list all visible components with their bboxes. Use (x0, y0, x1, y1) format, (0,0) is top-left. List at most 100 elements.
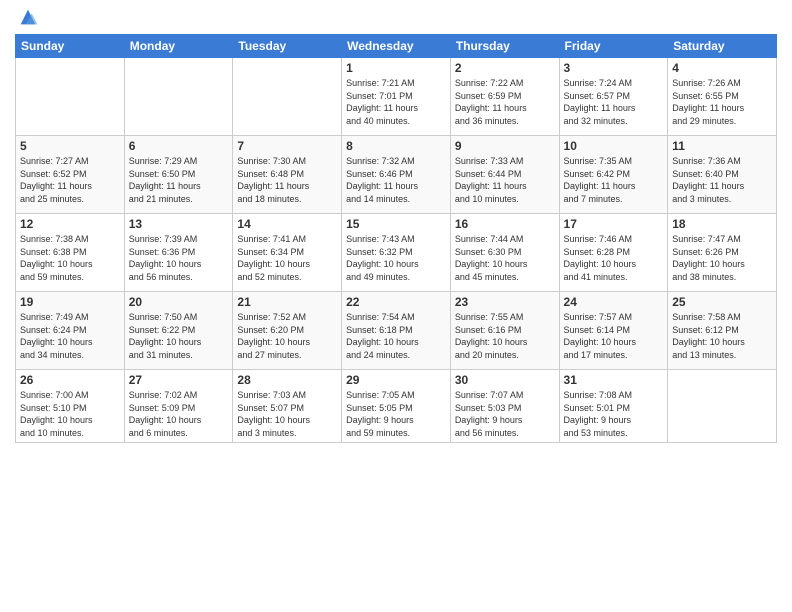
day-number: 20 (129, 295, 229, 309)
week-row-4: 19Sunrise: 7:49 AM Sunset: 6:24 PM Dayli… (16, 292, 777, 370)
logo (15, 14, 39, 28)
day-number: 24 (564, 295, 664, 309)
day-number: 11 (672, 139, 772, 153)
day-info: Sunrise: 7:07 AM Sunset: 5:03 PM Dayligh… (455, 389, 555, 439)
calendar-cell: 28Sunrise: 7:03 AM Sunset: 5:07 PM Dayli… (233, 370, 342, 443)
day-number: 7 (237, 139, 337, 153)
day-info: Sunrise: 7:02 AM Sunset: 5:09 PM Dayligh… (129, 389, 229, 439)
calendar-table: SundayMondayTuesdayWednesdayThursdayFrid… (15, 34, 777, 443)
weekday-header-row: SundayMondayTuesdayWednesdayThursdayFrid… (16, 35, 777, 58)
calendar-cell (124, 58, 233, 136)
day-number: 1 (346, 61, 446, 75)
weekday-header-wednesday: Wednesday (342, 35, 451, 58)
day-number: 23 (455, 295, 555, 309)
day-number: 26 (20, 373, 120, 387)
day-number: 29 (346, 373, 446, 387)
calendar-cell: 16 Sunrise: 7:44 AM Sunset: 6:30 PM Dayli… (450, 214, 559, 292)
calendar-cell: 4 Sunrise: 7:26 AM Sunset: 6:55 PM Daylig… (668, 58, 777, 136)
day-info: Sunrise: 7:52 AM Sunset: 6:20 PM Dayligh… (237, 311, 337, 361)
calendar-cell: 30 Sunrise: 7:07 AM Sunset: 5:03 PM Dayli… (450, 370, 559, 443)
calendar-cell: 7 Sunrise: 7:30 AM Sunset: 6:48 PM Daylig… (233, 136, 342, 214)
calendar-cell: 21 Sunrise: 7:52 AM Sunset: 6:20 PM Dayli… (233, 292, 342, 370)
day-number: 22 (346, 295, 446, 309)
calendar-cell: 19Sunrise: 7:49 AM Sunset: 6:24 PM Dayli… (16, 292, 125, 370)
day-info: Sunrise: 7:27 AM Sunset: 6:52 PM Dayligh… (20, 155, 120, 205)
day-info: Sunrise: 7:21 AM Sunset: 7:01 PM Dayligh… (346, 77, 446, 127)
day-number: 16 (455, 217, 555, 231)
calendar-cell: 18 Sunrise: 7:47 AM Sunset: 6:26 PM Dayli… (668, 214, 777, 292)
day-info: Sunrise: 7:39 AM Sunset: 6:36 PM Dayligh… (129, 233, 229, 283)
day-number: 5 (20, 139, 120, 153)
day-info: Sunrise: 7:22 AM Sunset: 6:59 PM Dayligh… (455, 77, 555, 127)
calendar-cell: 24 Sunrise: 7:57 AM Sunset: 6:14 PM Dayli… (559, 292, 668, 370)
day-number: 10 (564, 139, 664, 153)
calendar-cell: 2 Sunrise: 7:22 AM Sunset: 6:59 PM Daylig… (450, 58, 559, 136)
week-row-5: 26Sunrise: 7:00 AM Sunset: 5:10 PM Dayli… (16, 370, 777, 443)
day-number: 17 (564, 217, 664, 231)
day-info: Sunrise: 7:05 AM Sunset: 5:05 PM Dayligh… (346, 389, 446, 439)
calendar-cell (16, 58, 125, 136)
calendar-cell: 13 Sunrise: 7:39 AM Sunset: 6:36 PM Dayli… (124, 214, 233, 292)
weekday-header-sunday: Sunday (16, 35, 125, 58)
day-info: Sunrise: 7:54 AM Sunset: 6:18 PM Dayligh… (346, 311, 446, 361)
day-info: Sunrise: 7:57 AM Sunset: 6:14 PM Dayligh… (564, 311, 664, 361)
day-info: Sunrise: 7:03 AM Sunset: 5:07 PM Dayligh… (237, 389, 337, 439)
calendar-cell: 3 Sunrise: 7:24 AM Sunset: 6:57 PM Daylig… (559, 58, 668, 136)
day-number: 15 (346, 217, 446, 231)
weekday-header-friday: Friday (559, 35, 668, 58)
calendar-cell: 23 Sunrise: 7:55 AM Sunset: 6:16 PM Dayli… (450, 292, 559, 370)
day-info: Sunrise: 7:30 AM Sunset: 6:48 PM Dayligh… (237, 155, 337, 205)
day-number: 31 (564, 373, 664, 387)
calendar-cell: 14Sunrise: 7:41 AM Sunset: 6:34 PM Dayli… (233, 214, 342, 292)
calendar-cell: 26Sunrise: 7:00 AM Sunset: 5:10 PM Dayli… (16, 370, 125, 443)
day-info: Sunrise: 7:50 AM Sunset: 6:22 PM Dayligh… (129, 311, 229, 361)
day-info: Sunrise: 7:43 AM Sunset: 6:32 PM Dayligh… (346, 233, 446, 283)
day-info: Sunrise: 7:24 AM Sunset: 6:57 PM Dayligh… (564, 77, 664, 127)
day-info: Sunrise: 7:58 AM Sunset: 6:12 PM Dayligh… (672, 311, 772, 361)
day-number: 8 (346, 139, 446, 153)
day-info: Sunrise: 7:29 AM Sunset: 6:50 PM Dayligh… (129, 155, 229, 205)
day-number: 4 (672, 61, 772, 75)
day-number: 18 (672, 217, 772, 231)
logo-icon (17, 6, 39, 28)
day-number: 14 (237, 217, 337, 231)
calendar-cell: 6 Sunrise: 7:29 AM Sunset: 6:50 PM Daylig… (124, 136, 233, 214)
calendar-page: SundayMondayTuesdayWednesdayThursdayFrid… (0, 0, 792, 612)
calendar-cell: 20 Sunrise: 7:50 AM Sunset: 6:22 PM Dayli… (124, 292, 233, 370)
day-number: 25 (672, 295, 772, 309)
day-info: Sunrise: 7:44 AM Sunset: 6:30 PM Dayligh… (455, 233, 555, 283)
calendar-cell: 17 Sunrise: 7:46 AM Sunset: 6:28 PM Dayli… (559, 214, 668, 292)
calendar-cell (233, 58, 342, 136)
week-row-3: 12Sunrise: 7:38 AM Sunset: 6:38 PM Dayli… (16, 214, 777, 292)
day-info: Sunrise: 7:33 AM Sunset: 6:44 PM Dayligh… (455, 155, 555, 205)
day-number: 9 (455, 139, 555, 153)
calendar-cell: 15 Sunrise: 7:43 AM Sunset: 6:32 PM Dayli… (342, 214, 451, 292)
day-info: Sunrise: 7:32 AM Sunset: 6:46 PM Dayligh… (346, 155, 446, 205)
day-info: Sunrise: 7:46 AM Sunset: 6:28 PM Dayligh… (564, 233, 664, 283)
day-number: 2 (455, 61, 555, 75)
calendar-cell: 8 Sunrise: 7:32 AM Sunset: 6:46 PM Daylig… (342, 136, 451, 214)
day-info: Sunrise: 7:08 AM Sunset: 5:01 PM Dayligh… (564, 389, 664, 439)
day-info: Sunrise: 7:38 AM Sunset: 6:38 PM Dayligh… (20, 233, 120, 283)
day-number: 30 (455, 373, 555, 387)
day-number: 27 (129, 373, 229, 387)
day-info: Sunrise: 7:55 AM Sunset: 6:16 PM Dayligh… (455, 311, 555, 361)
week-row-2: 5 Sunrise: 7:27 AM Sunset: 6:52 PM Daylig… (16, 136, 777, 214)
day-number: 13 (129, 217, 229, 231)
day-info: Sunrise: 7:36 AM Sunset: 6:40 PM Dayligh… (672, 155, 772, 205)
day-info: Sunrise: 7:35 AM Sunset: 6:42 PM Dayligh… (564, 155, 664, 205)
day-info: Sunrise: 7:49 AM Sunset: 6:24 PM Dayligh… (20, 311, 120, 361)
weekday-header-monday: Monday (124, 35, 233, 58)
calendar-cell: 31 Sunrise: 7:08 AM Sunset: 5:01 PM Dayli… (559, 370, 668, 443)
calendar-cell: 25 Sunrise: 7:58 AM Sunset: 6:12 PM Dayli… (668, 292, 777, 370)
day-info: Sunrise: 7:47 AM Sunset: 6:26 PM Dayligh… (672, 233, 772, 283)
day-number: 3 (564, 61, 664, 75)
day-info: Sunrise: 7:26 AM Sunset: 6:55 PM Dayligh… (672, 77, 772, 127)
weekday-header-thursday: Thursday (450, 35, 559, 58)
calendar-cell: 29 Sunrise: 7:05 AM Sunset: 5:05 PM Dayli… (342, 370, 451, 443)
day-number: 21 (237, 295, 337, 309)
weekday-header-tuesday: Tuesday (233, 35, 342, 58)
day-number: 6 (129, 139, 229, 153)
calendar-cell: 1 Sunrise: 7:21 AM Sunset: 7:01 PM Daylig… (342, 58, 451, 136)
calendar-cell: 9 Sunrise: 7:33 AM Sunset: 6:44 PM Daylig… (450, 136, 559, 214)
